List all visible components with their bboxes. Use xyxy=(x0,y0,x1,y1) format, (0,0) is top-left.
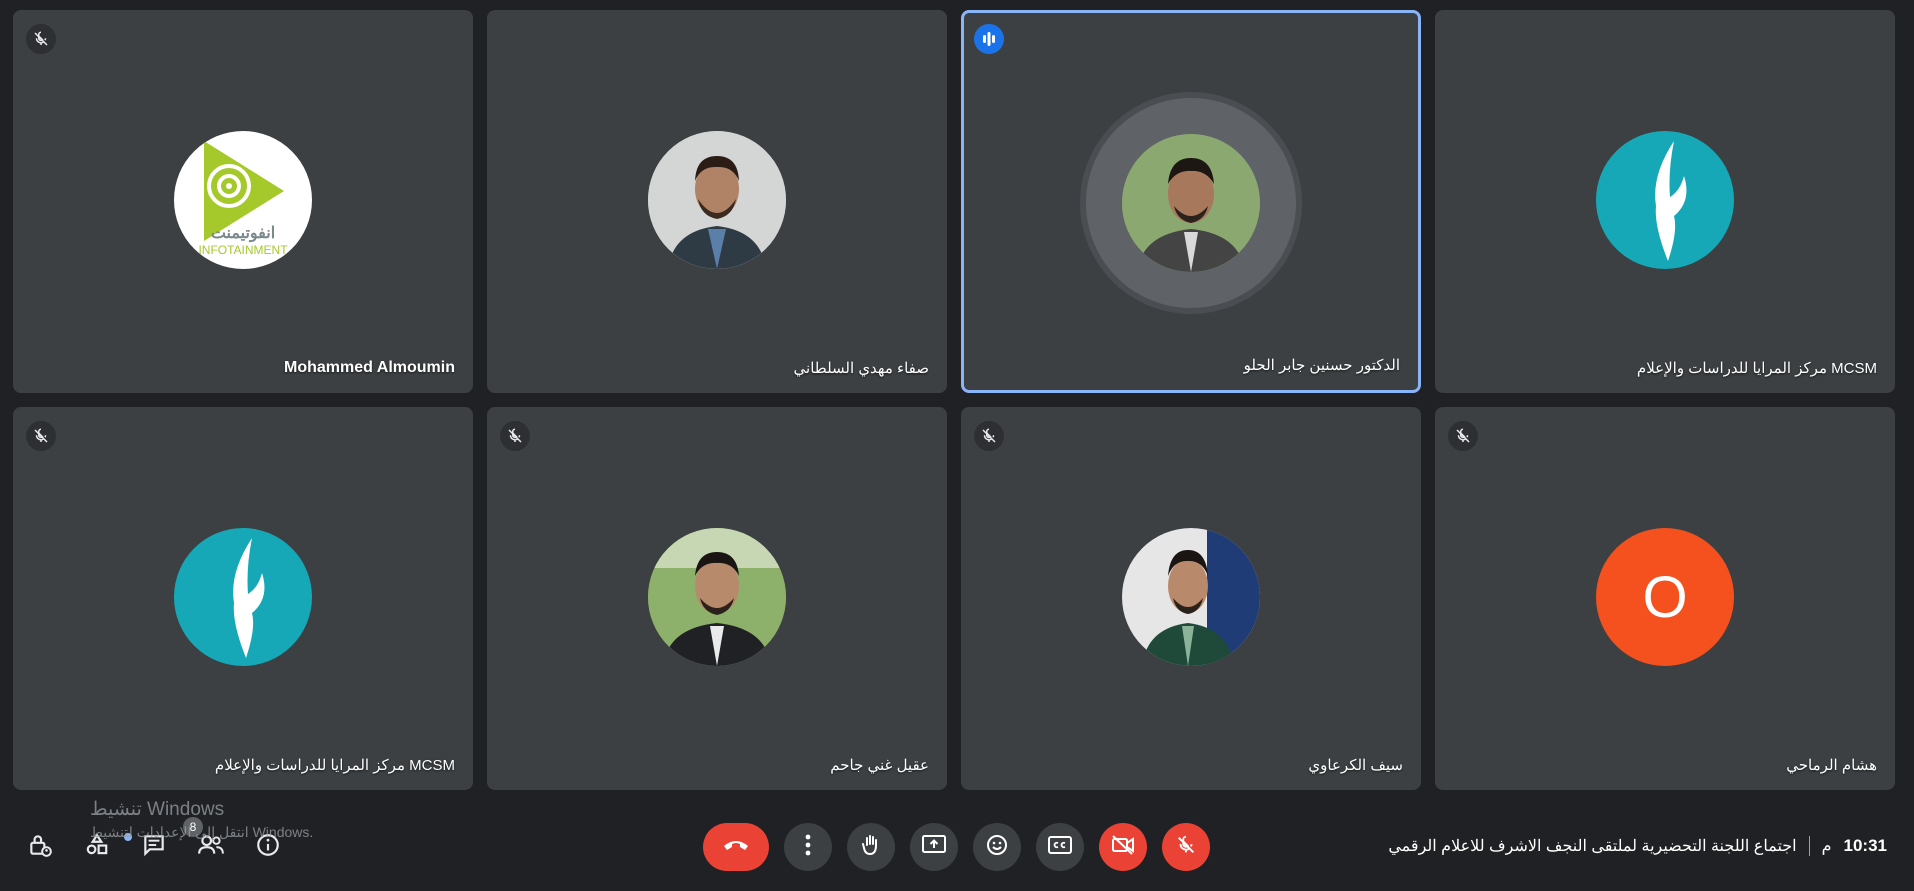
mcsm-logo-icon xyxy=(174,528,312,666)
participant-tile[interactable]: عقيل غني جاحم xyxy=(487,407,947,790)
participant-tile[interactable]: مركز المرايا للدراسات والإعلام MCSM xyxy=(13,407,473,790)
participant-name: هشام الرماحي xyxy=(1786,757,1877,774)
profile-photo-avatar xyxy=(1122,528,1260,666)
audio-level-icon xyxy=(974,24,1004,54)
participant-tile[interactable]: صفاء مهدي السلطاني xyxy=(487,10,947,393)
present-now-button[interactable] xyxy=(910,823,958,871)
present-icon xyxy=(921,834,947,861)
profile-photo-avatar xyxy=(648,528,786,666)
participant-name: مركز المرايا للدراسات والإعلام MCSM xyxy=(1636,360,1877,377)
letter-avatar: O xyxy=(1596,528,1734,666)
host-controls-button[interactable] xyxy=(20,827,60,867)
logo-latin-text: INFOTAINMENT xyxy=(198,243,288,257)
logo-arabic-text: انفوتيمنت xyxy=(210,225,276,242)
mic-muted-icon xyxy=(500,421,530,451)
lock-person-icon xyxy=(27,832,53,863)
reactions-button[interactable] xyxy=(973,823,1021,871)
participant-tile-active-speaker[interactable]: الدكتور حسنين جابر الحلو xyxy=(961,10,1421,393)
profile-photo-avatar xyxy=(1122,134,1260,272)
raise-hand-button[interactable] xyxy=(847,823,895,871)
raise-hand-icon xyxy=(859,833,883,862)
participant-tile[interactable]: سيف الكرعاوي xyxy=(961,407,1421,790)
participant-tile[interactable]: O هشام الرماحي xyxy=(1435,407,1895,790)
more-options-icon xyxy=(805,834,811,861)
participant-name: عقيل غني جاحم xyxy=(830,757,929,774)
camera-off-icon xyxy=(1110,834,1136,861)
participant-name: سيف الكرعاوي xyxy=(1308,757,1403,774)
more-options-button[interactable] xyxy=(784,823,832,871)
mic-muted-icon xyxy=(26,421,56,451)
call-controls xyxy=(703,823,1210,871)
participant-name: Mohammed Almoumin xyxy=(284,359,455,376)
mic-muted-icon xyxy=(974,421,1004,451)
participant-name: مركز المرايا للدراسات والإعلام MCSM xyxy=(214,757,455,774)
mic-muted-icon xyxy=(26,24,56,54)
meeting-info: اجتماع اللجنة التحضيرية لملتقى النجف الا… xyxy=(1388,836,1887,856)
captions-button[interactable] xyxy=(1036,823,1084,871)
microphone-toggle-button[interactable] xyxy=(1162,823,1210,871)
captions-icon xyxy=(1047,835,1073,860)
meeting-clock: 10:31 xyxy=(1843,836,1887,855)
emoji-icon xyxy=(985,833,1009,862)
participant-name: صفاء مهدي السلطاني xyxy=(793,360,929,377)
participant-name: الدكتور حسنين جابر الحلو xyxy=(1243,357,1400,374)
mic-off-icon xyxy=(1175,834,1197,861)
infotainment-logo-icon: انفوتيمنت INFOTAINMENT xyxy=(174,131,312,269)
hangup-icon xyxy=(722,838,750,857)
mcsm-logo-icon xyxy=(1596,131,1734,269)
camera-toggle-button[interactable] xyxy=(1099,823,1147,871)
watermark-title: تنشيط Windows xyxy=(90,799,225,820)
bottom-control-bar: 8 تنشيط Windows انتقل إلى الإعدادات لتنش… xyxy=(0,793,1914,891)
divider xyxy=(1808,836,1810,856)
windows-activation-watermark: تنشيط Windows انتقل إلى الإعدادات لتنشيط… xyxy=(90,799,313,843)
mic-muted-icon xyxy=(1448,421,1478,451)
meeting-title: اجتماع اللجنة التحضيرية لملتقى النجف الا… xyxy=(1388,838,1797,855)
speaking-halo xyxy=(1086,98,1296,308)
watermark-subtitle: انتقل إلى الإعدادات لتنشيط Windows. xyxy=(90,824,314,840)
participant-tile[interactable]: مركز المرايا للدراسات والإعلام MCSM xyxy=(1435,10,1895,393)
participant-grid: انفوتيمنت INFOTAINMENT Mohammed Almoumin… xyxy=(13,10,1896,793)
time-suffix: م xyxy=(1821,838,1832,855)
profile-photo-avatar xyxy=(648,131,786,269)
leave-call-button[interactable] xyxy=(703,823,769,871)
participant-tile[interactable]: انفوتيمنت INFOTAINMENT Mohammed Almoumin xyxy=(13,10,473,393)
